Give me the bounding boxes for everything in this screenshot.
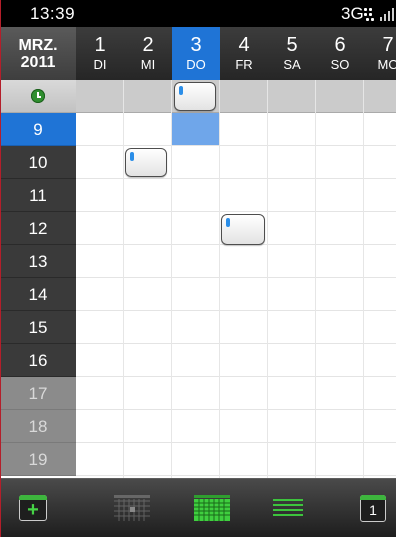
- day-name: MI: [140, 57, 156, 72]
- day-column-header[interactable]: 5 SA: [268, 27, 316, 80]
- grid-line: [315, 80, 316, 478]
- grid-line: [76, 178, 396, 179]
- go-to-today-button[interactable]: 1: [340, 479, 396, 537]
- day-number: 1: [94, 34, 106, 56]
- day-column-header[interactable]: 1 DI: [76, 27, 124, 80]
- grid-line: [76, 343, 396, 344]
- network-type: 3G: [341, 4, 364, 23]
- week-view-button[interactable]: [100, 479, 164, 537]
- new-event-button[interactable]: +: [0, 479, 64, 537]
- hour-label: 13: [0, 245, 76, 278]
- week-view-icon: [114, 495, 150, 521]
- week-header: MRZ. 2011 1 DI 2 MI 3 DO 4 FR 5 SA 6 SO …: [0, 27, 396, 80]
- day-number: 3: [190, 34, 202, 56]
- month-label: MRZ.: [18, 37, 58, 54]
- agenda-view-button[interactable]: [255, 479, 319, 537]
- clock-icon: [31, 89, 45, 103]
- hour-row[interactable]: 11: [0, 179, 396, 212]
- day-number: 6: [334, 34, 346, 56]
- day-column-header[interactable]: 6 SO: [316, 27, 364, 80]
- day-column-header[interactable]: 4 FR: [220, 27, 268, 80]
- hour-label: 15: [0, 311, 76, 344]
- today-number: 1: [369, 502, 377, 518]
- hour-row[interactable]: 18: [0, 410, 396, 443]
- grid-line: [76, 310, 396, 311]
- year-label: 2011: [20, 54, 56, 71]
- day-name: SO: [330, 57, 350, 72]
- grid-line: [76, 277, 396, 278]
- hour-label: 19: [0, 443, 76, 476]
- month-year-label[interactable]: MRZ. 2011: [0, 27, 76, 80]
- grid-line: [267, 80, 268, 478]
- today-calendar-icon: 1: [360, 495, 386, 522]
- month-view-button[interactable]: [180, 479, 244, 537]
- day-name: SA: [283, 57, 301, 72]
- day-number: 5: [286, 34, 298, 56]
- hour-row[interactable]: 17: [0, 377, 396, 410]
- agenda-list-icon: [273, 499, 303, 519]
- add-event-icon: +: [19, 495, 47, 521]
- hour-row[interactable]: 13: [0, 245, 396, 278]
- data-connection-icon: [364, 8, 374, 21]
- day-name: DO: [186, 57, 206, 72]
- grid-line: [76, 475, 396, 476]
- day-name: MO: [377, 57, 396, 72]
- hour-label: 10: [0, 146, 76, 179]
- grid-line: [219, 80, 220, 478]
- day-number: 2: [142, 34, 154, 56]
- day-column-header[interactable]: 2 MI: [124, 27, 172, 80]
- hour-label: 9: [0, 113, 76, 146]
- hour-row[interactable]: 19: [0, 443, 396, 476]
- status-bar: 13:39 3G: [0, 0, 396, 27]
- grid-line: [363, 80, 364, 478]
- hour-label: 11: [0, 179, 76, 212]
- day-number: 4: [238, 34, 250, 56]
- signal-strength-icon: [380, 7, 396, 21]
- grid-line: [76, 376, 396, 377]
- hour-row[interactable]: 9: [0, 113, 396, 146]
- grid-line: [76, 442, 396, 443]
- hour-label: 12: [0, 212, 76, 245]
- all-day-label: [0, 80, 76, 112]
- day-column-header-today[interactable]: 3 DO: [172, 27, 220, 80]
- day-name: FR: [235, 57, 253, 72]
- hour-row[interactable]: 16: [0, 344, 396, 377]
- frame-edge: [0, 0, 1, 537]
- calendar-event[interactable]: [221, 214, 265, 245]
- hour-label: 17: [0, 377, 76, 410]
- day-column-header[interactable]: 7 MO: [364, 27, 396, 80]
- hour-row[interactable]: 14: [0, 278, 396, 311]
- grid-line: [76, 211, 396, 212]
- hour-label: 18: [0, 410, 76, 443]
- hour-row[interactable]: 15: [0, 311, 396, 344]
- grid-line: [123, 80, 124, 478]
- hour-row[interactable]: 10: [0, 146, 396, 179]
- hour-label: 16: [0, 344, 76, 377]
- month-view-icon: [194, 495, 230, 521]
- week-grid[interactable]: 9 10 11 12 13 14 15 16 17 18 19: [0, 80, 396, 478]
- calendar-screen: 13:39 3G MRZ. 2011 1 DI 2 MI 3 DO 4 FR 5…: [0, 0, 396, 537]
- calendar-event[interactable]: [125, 148, 167, 177]
- calendar-event[interactable]: [174, 82, 216, 111]
- day-number: 7: [382, 34, 394, 56]
- hour-row[interactable]: 12: [0, 212, 396, 245]
- bottom-toolbar: + 1: [0, 478, 396, 537]
- grid-line: [76, 145, 396, 146]
- grid-line: [171, 80, 172, 478]
- status-time: 13:39: [30, 4, 76, 23]
- day-name: DI: [93, 57, 107, 72]
- hour-label: 14: [0, 278, 76, 311]
- grid-line: [76, 409, 396, 410]
